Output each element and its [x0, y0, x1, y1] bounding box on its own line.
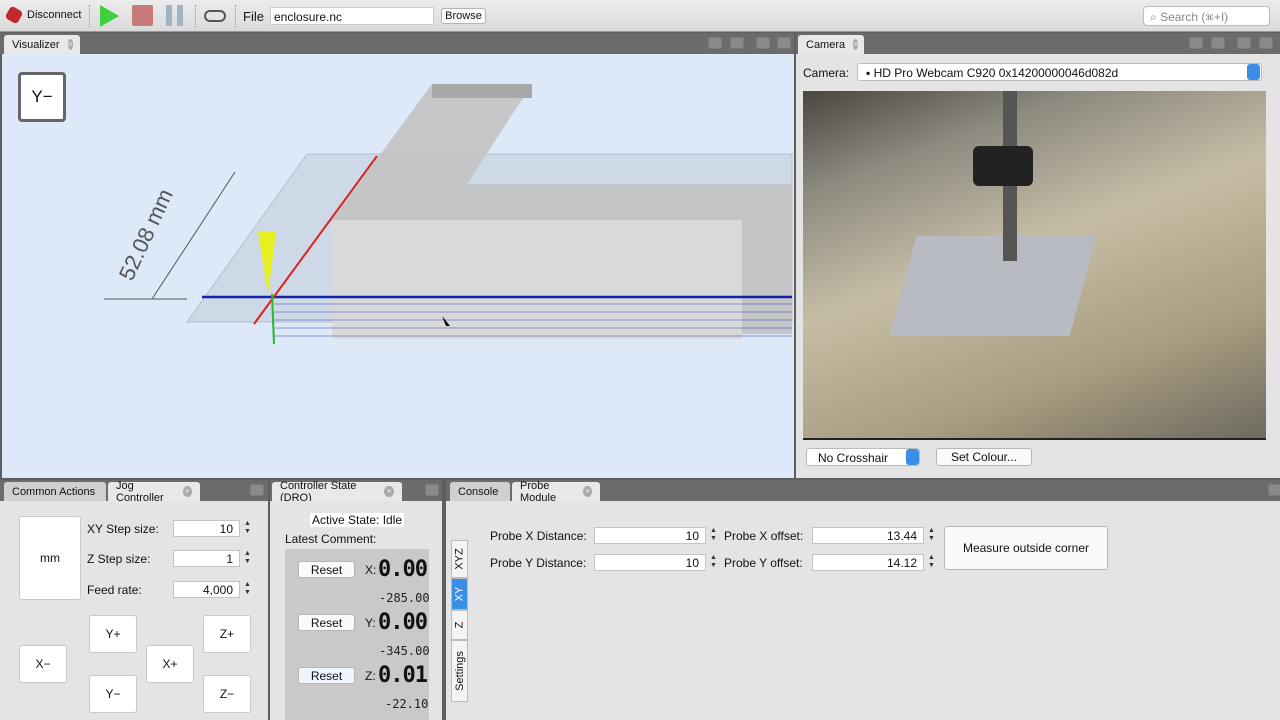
feed-rate-spinner[interactable]: ▲ ▼ — [243, 581, 252, 598]
jog-y-plus-button[interactable]: Y+ — [89, 615, 137, 653]
reset-y-button[interactable]: Reset — [298, 614, 355, 631]
close-icon: × — [67, 39, 73, 50]
probe-x-offset-spinner[interactable]: ▲ ▼ — [927, 527, 936, 544]
side-tab-settings[interactable]: Settings — [451, 640, 468, 702]
probe-y-offset-spinner[interactable]: ▲ ▼ — [927, 554, 936, 571]
probe-x-distance-input[interactable]: 10 — [594, 527, 706, 544]
gamepad-icon[interactable] — [204, 10, 226, 22]
crosshair-select[interactable]: No Crosshair — [806, 448, 920, 466]
view-cube[interactable]: Y− — [18, 72, 66, 122]
y-work-position: 0.00 — [378, 610, 428, 635]
toolbar: Disconnect File enclosure.nc Browse ⌕ Se… — [0, 0, 1280, 32]
reset-z-button[interactable]: Reset — [298, 667, 355, 684]
tab-camera[interactable]: Camera × — [798, 35, 864, 54]
probe-x-distance-spinner[interactable]: ▲ ▼ — [709, 527, 718, 544]
z-step-input[interactable]: 1 — [173, 550, 240, 567]
x-work-position: 0.00 — [378, 557, 428, 582]
jog-y-minus-button[interactable]: Y− — [89, 675, 137, 713]
reset-x-button[interactable]: Reset — [298, 561, 355, 578]
y-machine-position: -345.00 — [379, 644, 430, 658]
camera-select[interactable]: ▪ HD Pro Webcam C920 0x14200000046d082d — [857, 63, 1262, 81]
z-step-spinner[interactable]: ▲ ▼ — [243, 550, 252, 567]
tab-console[interactable]: Console — [450, 482, 510, 501]
jog-z-plus-button[interactable]: Z+ — [203, 615, 251, 653]
probe-y-distance-input[interactable]: 10 — [594, 554, 706, 571]
z-work-position: 0.01 — [378, 663, 428, 688]
tab-visualizer[interactable]: Visualizer × — [4, 35, 80, 54]
chevron-updown-icon — [906, 449, 919, 465]
xy-step-input[interactable]: 10 — [173, 520, 240, 537]
browse-button[interactable]: Browse — [441, 8, 486, 24]
search-input[interactable]: ⌕ Search (⌘+I) — [1143, 6, 1270, 26]
play-icon[interactable] — [100, 5, 119, 27]
feed-rate-input[interactable]: 4,000 — [173, 581, 240, 598]
visualizer-canvas[interactable]: 52.08 mm Y− — [2, 54, 794, 478]
camera-feed — [803, 91, 1266, 439]
close-icon: × — [384, 486, 394, 497]
tab-probe-module[interactable]: Probe Module × — [512, 480, 600, 504]
toolpath-3d-view: 52.08 mm — [104, 84, 793, 345]
probe-x-offset-input[interactable]: 13.44 — [812, 527, 924, 544]
side-tab-z[interactable]: Z — [451, 610, 468, 640]
connection-icon — [4, 5, 24, 25]
set-colour-button[interactable]: Set Colour... — [936, 448, 1032, 466]
jog-x-plus-button[interactable]: X+ — [146, 645, 194, 683]
pause-icon[interactable] — [166, 5, 172, 26]
file-label: File — [243, 9, 264, 24]
jog-z-minus-button[interactable]: Z− — [203, 675, 251, 713]
x-machine-position: -285.00 — [379, 591, 430, 605]
workpiece — [889, 236, 1097, 336]
tab-dro[interactable]: Controller State (DRO) × — [272, 480, 402, 504]
tab-common-actions[interactable]: Common Actions — [4, 482, 106, 501]
probe-y-offset-input[interactable]: 14.12 — [812, 554, 924, 571]
dimension-label: 52.08 mm — [114, 185, 178, 284]
close-icon: × — [182, 486, 192, 497]
disconnect-button[interactable]: Disconnect — [27, 9, 81, 21]
file-input[interactable]: enclosure.nc — [270, 7, 434, 25]
active-state: Active State: Idle — [310, 513, 405, 527]
close-icon: × — [583, 486, 592, 497]
side-tab-xyz[interactable]: XYZ — [451, 540, 468, 578]
units-button[interactable]: mm — [19, 516, 81, 600]
stop-icon[interactable] — [132, 5, 153, 26]
tab-jog-controller[interactable]: Jog Controller × — [108, 480, 200, 504]
z-machine-position: -22.10 — [385, 697, 429, 711]
measure-outside-corner-button[interactable]: Measure outside corner — [944, 526, 1108, 570]
probe-y-distance-spinner[interactable]: ▲ ▼ — [709, 554, 718, 571]
xy-step-spinner[interactable]: ▲ ▼ — [243, 520, 252, 537]
jog-x-minus-button[interactable]: X− — [19, 645, 67, 683]
chevron-updown-icon — [1247, 64, 1260, 80]
close-icon: × — [853, 39, 859, 50]
side-tab-xy[interactable]: XY — [451, 578, 468, 610]
